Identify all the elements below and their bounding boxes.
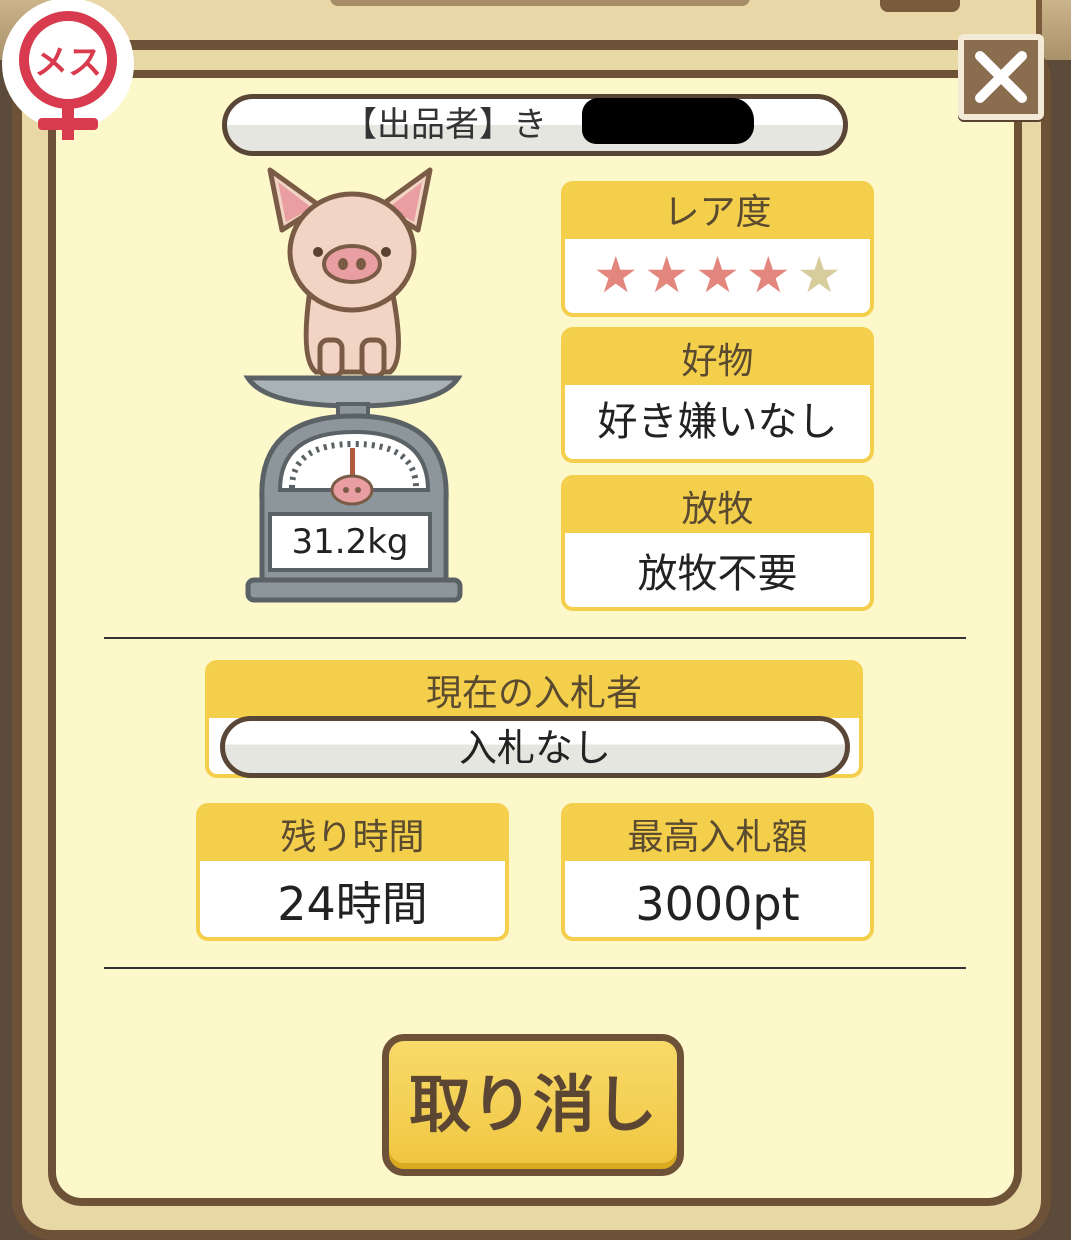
cancel-button[interactable]: 取り消し bbox=[382, 1034, 684, 1176]
seller-name-redacted bbox=[582, 98, 754, 144]
background-title bbox=[330, 0, 750, 6]
background-button bbox=[880, 0, 960, 12]
max-bid-card: 最高入札額 3000pt bbox=[561, 803, 874, 941]
divider bbox=[104, 967, 966, 969]
weight-display: 31.2kg bbox=[268, 512, 432, 572]
star-filled-icon: ★ bbox=[593, 246, 639, 304]
rarity-stars: ★ ★ ★ ★ ★ bbox=[565, 239, 870, 303]
divider bbox=[104, 637, 966, 639]
weight-value: 31.2kg bbox=[291, 522, 409, 562]
time-left-label: 残り時間 bbox=[200, 807, 505, 861]
cancel-button-label: 取り消し bbox=[408, 1068, 657, 1141]
favorite-card: 好物 好き嫌いなし bbox=[561, 327, 874, 463]
seller-label: 【出品者】き bbox=[343, 105, 547, 145]
star-empty-icon: ★ bbox=[796, 246, 842, 304]
grazing-card: 放牧 放牧不要 bbox=[561, 475, 874, 611]
current-bidder-value: 入札なし bbox=[458, 726, 611, 770]
gender-label: メス bbox=[34, 43, 102, 83]
star-filled-icon: ★ bbox=[695, 246, 740, 304]
pig-icon bbox=[267, 167, 433, 379]
seller-name-bar: 【出品者】き bbox=[222, 94, 848, 156]
rarity-label: レア度 bbox=[565, 185, 870, 239]
star-filled-icon: ★ bbox=[745, 246, 791, 304]
current-bidder-label: 現在の入札者 bbox=[209, 664, 859, 718]
favorite-label: 好物 bbox=[565, 331, 870, 385]
max-bid-value: 3000pt bbox=[635, 877, 800, 931]
close-button[interactable] bbox=[958, 34, 1044, 120]
close-icon bbox=[975, 51, 1027, 103]
time-left-card: 残り時間 24時間 bbox=[196, 803, 509, 941]
time-left-value: 24時間 bbox=[277, 877, 428, 931]
star-filled-icon: ★ bbox=[644, 246, 690, 304]
grazing-label: 放牧 bbox=[565, 479, 870, 533]
favorite-value: 好き嫌いなし bbox=[597, 399, 838, 445]
grazing-value: 放牧不要 bbox=[637, 551, 798, 597]
current-bidder-value-bar: 入札なし bbox=[220, 716, 850, 778]
max-bid-label: 最高入札額 bbox=[565, 807, 870, 861]
female-icon: メス bbox=[2, 0, 134, 140]
rarity-card: レア度 ★ ★ ★ ★ ★ bbox=[561, 181, 874, 317]
